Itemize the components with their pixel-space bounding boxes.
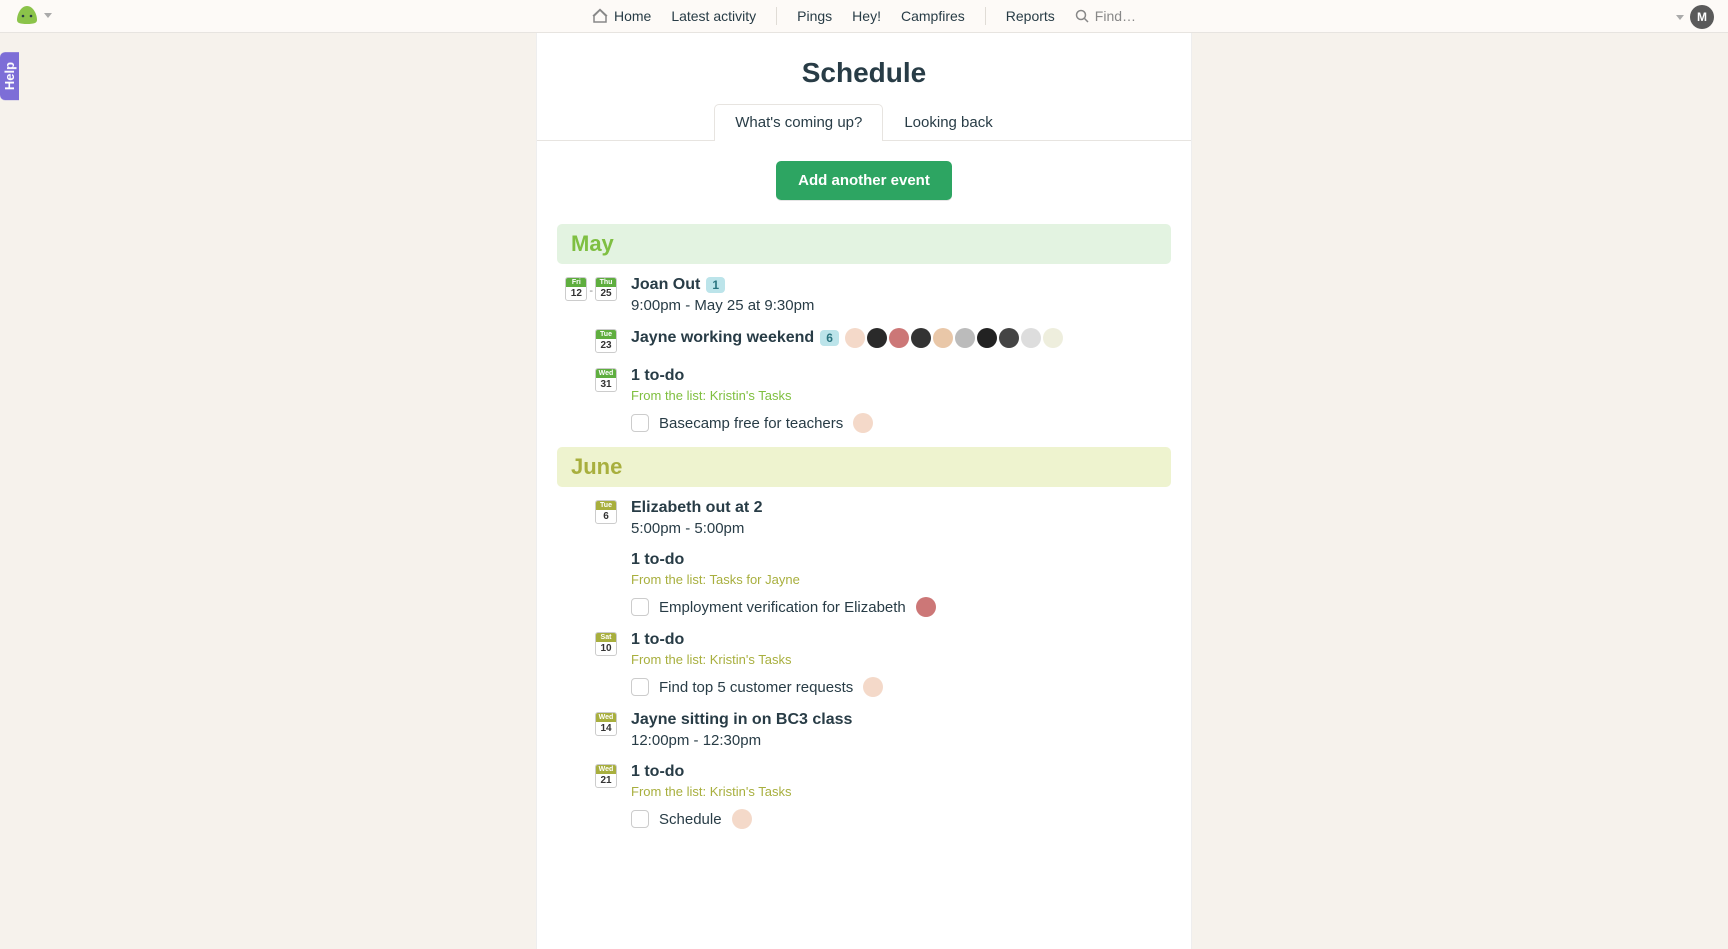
avatar-icon (911, 328, 931, 348)
nav-separator (776, 7, 777, 25)
avatar-icon (1021, 328, 1041, 348)
chevron-down-icon (44, 13, 52, 18)
schedule-entry: Wed 21 1 to-do From the list: Kristin's … (557, 763, 1171, 829)
todo-text: Find top 5 customer requests (659, 679, 853, 696)
avatar-icon (977, 328, 997, 348)
from-list-label: From the list: Kristin's Tasks (631, 784, 1171, 799)
page-title: Schedule (537, 33, 1191, 89)
nav-home-label: Home (614, 8, 651, 24)
schedule-entry[interactable]: Wed 14 Jayne sitting in on BC3 class 12:… (557, 711, 1171, 749)
from-list-label: From the list: Tasks for Jayne (631, 572, 1171, 587)
add-event-button[interactable]: Add another event (776, 161, 952, 200)
date-chip: Wed 31 (595, 368, 617, 392)
entry-title: Elizabeth out at 2 (631, 499, 763, 517)
todo-item[interactable]: Basecamp free for teachers (631, 413, 1171, 433)
entry-title: 1 to-do (631, 631, 684, 649)
date-chip: Tue 23 (595, 329, 617, 353)
date-range-separator: - (589, 277, 593, 297)
avatar-icon (845, 328, 865, 348)
basecamp-logo-icon (14, 4, 40, 26)
avatar-icon (1043, 328, 1063, 348)
nav-separator (985, 7, 986, 25)
assignee-avatar-icon (863, 677, 883, 697)
date-chip: Sat 10 (595, 632, 617, 656)
avatar-icon (889, 328, 909, 348)
todo-checkbox[interactable] (631, 810, 649, 828)
schedule-entry: Sat 10 1 to-do From the list: Kristin's … (557, 631, 1171, 697)
nav-find[interactable]: Find… (1075, 0, 1136, 32)
date-chip: Tue 6 (595, 500, 617, 524)
assignee-avatar-icon (732, 809, 752, 829)
todo-text: Employment verification for Elizabeth (659, 599, 906, 616)
todo-item[interactable]: Schedule (631, 809, 1171, 829)
todo-checkbox[interactable] (631, 678, 649, 696)
comment-count-badge: 6 (820, 330, 839, 346)
search-icon (1075, 9, 1089, 23)
nav-home[interactable]: Home (592, 0, 651, 32)
schedule-entry[interactable]: Fri 12 - Thu 25 Joan Out 1 9:00pm - May … (557, 276, 1171, 314)
entry-time: 5:00pm - 5:00pm (631, 520, 1171, 537)
date-chip: Fri 12 (565, 277, 587, 301)
todo-text: Schedule (659, 811, 722, 828)
entry-time: 12:00pm - 12:30pm (631, 732, 1171, 749)
assignee-avatar-icon (853, 413, 873, 433)
nav-pings[interactable]: Pings (797, 0, 832, 32)
tab-looking-back[interactable]: Looking back (883, 104, 1013, 141)
help-tab[interactable]: Help (0, 52, 19, 100)
avatar-icon (933, 328, 953, 348)
home-icon (592, 8, 608, 24)
nav-latest[interactable]: Latest activity (671, 0, 756, 32)
schedule-tabs: What's coming up? Looking back (537, 103, 1191, 141)
date-chip: Wed 21 (595, 764, 617, 788)
nav-reports[interactable]: Reports (1006, 0, 1055, 32)
logo-menu[interactable] (14, 4, 52, 26)
user-avatar: M (1690, 5, 1714, 29)
avatar-icon (999, 328, 1019, 348)
comment-count-badge: 1 (706, 277, 725, 293)
month-header-june: June (557, 447, 1171, 487)
avatar-icon (867, 328, 887, 348)
top-nav: Home Latest activity Pings Hey! Campfire… (0, 0, 1728, 33)
from-list-label: From the list: Kristin's Tasks (631, 652, 1171, 667)
participants-avatars (845, 328, 1063, 348)
assignee-avatar-icon (916, 597, 936, 617)
entry-time: 9:00pm - May 25 at 9:30pm (631, 297, 1171, 314)
entry-title: 1 to-do (631, 367, 684, 385)
entry-title: 1 to-do (631, 763, 684, 781)
todo-item[interactable]: Employment verification for Elizabeth (631, 597, 1171, 617)
schedule-entry[interactable]: Tue 23 Jayne working weekend 6 (557, 328, 1171, 353)
schedule-entry[interactable]: Tue 6 Elizabeth out at 2 5:00pm - 5:00pm (557, 499, 1171, 537)
entry-title: Jayne working weekend (631, 329, 814, 347)
from-list-label: From the list: Kristin's Tasks (631, 388, 1171, 403)
entry-title: 1 to-do (631, 551, 684, 569)
month-header-may: May (557, 224, 1171, 264)
avatar-icon (955, 328, 975, 348)
schedule-entry: 1 to-do From the list: Tasks for Jayne E… (557, 551, 1171, 617)
entry-title: Joan Out (631, 276, 700, 294)
nav-campfires[interactable]: Campfires (901, 0, 965, 32)
schedule-card: Schedule What's coming up? Looking back … (536, 33, 1192, 949)
tab-upcoming[interactable]: What's coming up? (714, 104, 883, 141)
todo-checkbox[interactable] (631, 414, 649, 432)
user-menu[interactable]: M (1676, 5, 1714, 29)
date-chip: Thu 25 (595, 277, 617, 301)
todo-text: Basecamp free for teachers (659, 415, 843, 432)
date-chip: Wed 14 (595, 712, 617, 736)
schedule-entry: Wed 31 1 to-do From the list: Kristin's … (557, 367, 1171, 433)
entry-title: Jayne sitting in on BC3 class (631, 711, 852, 729)
nav-hey[interactable]: Hey! (852, 0, 881, 32)
todo-item[interactable]: Find top 5 customer requests (631, 677, 1171, 697)
nav-find-label: Find… (1095, 8, 1136, 24)
chevron-down-icon (1676, 15, 1684, 20)
todo-checkbox[interactable] (631, 598, 649, 616)
